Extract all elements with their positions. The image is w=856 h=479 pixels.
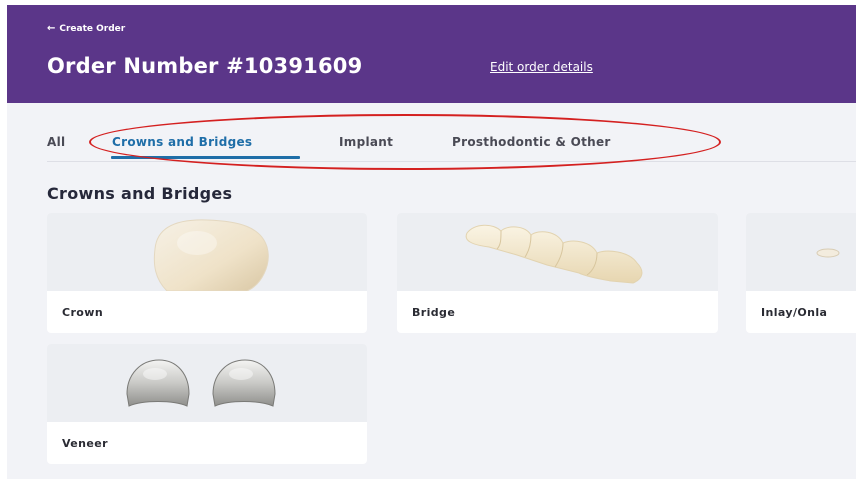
product-card-label: Crown xyxy=(62,306,104,319)
product-card-crown[interactable]: Crown xyxy=(47,213,367,333)
tab-prosthodontic-other[interactable]: Prosthodontic & Other xyxy=(452,135,611,149)
veneer-image xyxy=(47,344,367,422)
product-card-label: Veneer xyxy=(62,437,108,450)
product-card-label: Inlay/Onla xyxy=(761,306,828,319)
page-title: Order Number #10391609 xyxy=(47,54,363,78)
tab-implant[interactable]: Implant xyxy=(339,135,393,149)
product-card-bridge[interactable]: Bridge xyxy=(397,213,718,333)
section-title: Crowns and Bridges xyxy=(47,184,233,203)
back-link[interactable]: ← Create Order xyxy=(47,23,126,35)
page-header: ← Create Order Order Number #10391609 Ed… xyxy=(7,5,856,103)
crown-image xyxy=(47,213,367,291)
product-card-inlay-onlay[interactable]: Inlay/Onla xyxy=(746,213,856,333)
edit-order-details-link[interactable]: Edit order details xyxy=(490,60,593,74)
back-link-label: Create Order xyxy=(59,24,126,34)
inlay-onlay-image xyxy=(746,213,856,291)
app-frame: ← Create Order Order Number #10391609 Ed… xyxy=(7,5,856,479)
active-tab-indicator xyxy=(111,156,300,159)
arrow-left-icon: ← xyxy=(47,23,56,34)
tab-crowns-and-bridges[interactable]: Crowns and Bridges xyxy=(112,135,252,149)
tab-all[interactable]: All xyxy=(47,135,65,149)
product-card-label: Bridge xyxy=(412,306,456,319)
product-card-veneer[interactable]: Veneer xyxy=(47,344,367,464)
bridge-image xyxy=(397,213,718,291)
tab-divider xyxy=(47,161,856,162)
